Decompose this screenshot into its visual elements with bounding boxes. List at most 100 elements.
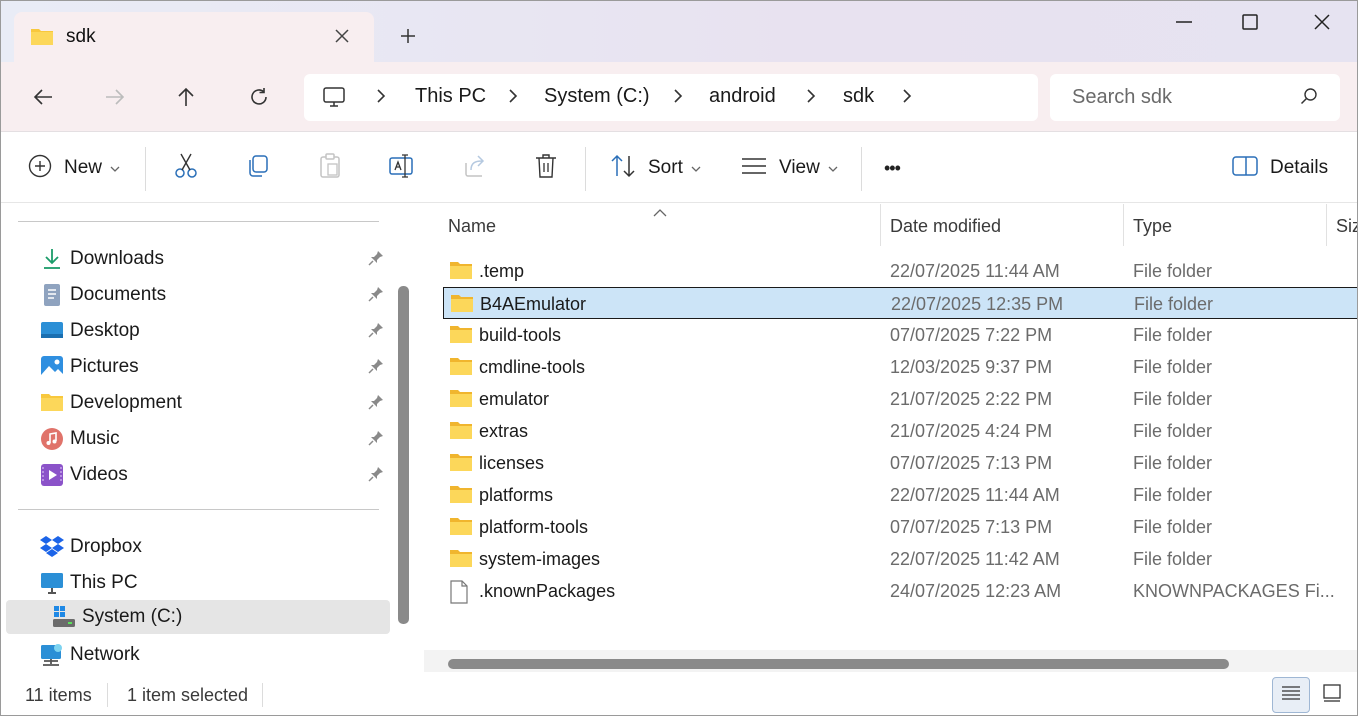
- toolbar-divider: [861, 147, 862, 191]
- new-button[interactable]: New: [28, 151, 120, 185]
- view-button[interactable]: View: [741, 151, 838, 185]
- sort-button[interactable]: Sort: [610, 151, 701, 185]
- this-pc-icon: [40, 571, 64, 595]
- sidebar-item-development[interactable]: Development: [0, 386, 390, 420]
- sidebar-item-label: This PC: [70, 572, 138, 593]
- maximize-button[interactable]: [1214, 0, 1286, 44]
- column-header-size[interactable]: Siz: [1336, 216, 1358, 237]
- file-name: .knownPackages: [479, 581, 616, 601]
- tab-title: sdk: [66, 26, 96, 47]
- file-row[interactable]: platforms 22/07/2025 11:44 AM File folder: [443, 479, 1358, 511]
- folder-icon: [449, 452, 473, 477]
- paste-button[interactable]: [318, 151, 342, 185]
- file-row[interactable]: licenses 07/07/2025 7:13 PM File folder: [443, 447, 1358, 479]
- column-divider[interactable]: [1326, 204, 1327, 246]
- column-divider[interactable]: [880, 204, 881, 246]
- search-icon[interactable]: [1300, 87, 1318, 110]
- sidebar-item-music[interactable]: Music: [0, 422, 390, 456]
- back-button[interactable]: [25, 79, 61, 115]
- sidebar-item-desktop[interactable]: Desktop: [0, 314, 390, 348]
- sidebar-item-system-c[interactable]: System (C:): [6, 600, 390, 634]
- search-box[interactable]: [1050, 74, 1340, 121]
- file-row[interactable]: .temp 22/07/2025 11:44 AM File folder: [443, 255, 1358, 287]
- search-input[interactable]: [1072, 82, 1292, 112]
- file-type: File folder: [1133, 421, 1213, 441]
- breadcrumb-sdk[interactable]: sdk: [843, 85, 874, 108]
- folder-icon: [449, 420, 473, 445]
- chevron-down-icon: [828, 159, 838, 177]
- sidebar-scrollbar[interactable]: [398, 286, 409, 624]
- file-icon: [449, 580, 469, 609]
- sidebar-item-videos[interactable]: Videos: [0, 458, 390, 492]
- sidebar-item-downloads[interactable]: Downloads: [0, 242, 390, 276]
- minimize-button[interactable]: [1148, 0, 1220, 44]
- copy-button[interactable]: [246, 151, 270, 185]
- sidebar-item-documents[interactable]: Documents: [0, 278, 390, 312]
- desktop-icon: [40, 319, 64, 343]
- more-options-button[interactable]: •••: [884, 151, 901, 185]
- chevron-right-icon[interactable]: [806, 88, 816, 109]
- file-row[interactable]: extras 21/07/2025 4:24 PM File folder: [443, 415, 1358, 447]
- sidebar-item-pictures[interactable]: Pictures: [0, 350, 390, 384]
- title-bar: sdk: [0, 0, 1358, 62]
- address-bar[interactable]: This PC System (C:) android sdk: [304, 74, 1038, 121]
- file-row[interactable]: B4AEmulator 22/07/2025 12:35 PM File folde…: [443, 287, 1358, 319]
- pin-icon[interactable]: [368, 322, 384, 343]
- file-row[interactable]: build-tools 07/07/2025 7:22 PM File folder: [443, 319, 1358, 351]
- column-header-date[interactable]: Date modified: [890, 216, 1001, 237]
- column-header-name[interactable]: Name: [448, 216, 496, 237]
- column-header-type[interactable]: Type: [1133, 216, 1172, 237]
- column-divider[interactable]: [1123, 204, 1124, 246]
- file-row[interactable]: platform-tools 07/07/2025 7:13 PM File fol…: [443, 511, 1358, 543]
- chevron-right-icon[interactable]: [508, 88, 518, 109]
- file-row[interactable]: system-images 22/07/2025 11:42 AM File fol…: [443, 543, 1358, 575]
- breadcrumb-android[interactable]: android: [709, 85, 776, 108]
- pin-icon[interactable]: [368, 358, 384, 379]
- file-date-modified: 07/07/2025 7:13 PM: [890, 453, 1053, 473]
- view-list-icon: [741, 156, 767, 181]
- file-name: cmdline-tools: [479, 357, 586, 377]
- new-tab-button[interactable]: [394, 22, 422, 50]
- close-window-button[interactable]: [1286, 0, 1358, 44]
- chevron-right-icon[interactable]: [902, 88, 912, 109]
- tab-sdk[interactable]: sdk: [14, 12, 374, 62]
- sidebar-item-dropbox[interactable]: Dropbox: [0, 530, 390, 564]
- file-row[interactable]: cmdline-tools 12/03/2025 9:37 PM File fold…: [443, 351, 1358, 383]
- chevron-right-icon[interactable]: [376, 88, 386, 109]
- file-date-modified: 22/07/2025 11:44 AM: [890, 485, 1060, 505]
- more-icon: •••: [884, 157, 901, 178]
- tiles-view-button[interactable]: [1314, 677, 1350, 713]
- share-button[interactable]: [462, 151, 488, 185]
- file-name: .temp: [479, 261, 525, 281]
- selection-count: 1 item selected: [127, 685, 249, 705]
- pin-icon[interactable]: [368, 466, 384, 487]
- delete-button[interactable]: [534, 151, 558, 185]
- pin-icon[interactable]: [368, 430, 384, 451]
- breadcrumb-system-c[interactable]: System (C:): [544, 85, 650, 108]
- horizontal-scrollbar[interactable]: [448, 659, 1229, 669]
- status-divider: [262, 683, 263, 707]
- file-list: Name Date modified Type Siz .temp 22/07/2…: [420, 204, 1358, 674]
- file-row[interactable]: emulator 21/07/2025 2:22 PM File folder: [443, 383, 1358, 415]
- forward-button[interactable]: [97, 79, 133, 115]
- pin-icon[interactable]: [368, 394, 384, 415]
- sidebar-item-network[interactable]: Network: [0, 638, 390, 672]
- file-row[interactable]: .knownPackages 24/07/2025 12:23 AM KNOWNPA…: [443, 575, 1358, 607]
- sidebar-item-label: Videos: [70, 464, 128, 485]
- details-pane-button[interactable]: Details: [1232, 151, 1328, 185]
- pin-icon[interactable]: [368, 250, 384, 271]
- close-tab-icon[interactable]: [328, 22, 356, 50]
- pictures-icon: [40, 355, 64, 379]
- pin-icon[interactable]: [368, 286, 384, 307]
- up-button[interactable]: [168, 79, 204, 115]
- details-view-button[interactable]: [1272, 677, 1310, 713]
- cut-button[interactable]: [174, 151, 198, 185]
- rename-button[interactable]: [389, 151, 415, 185]
- file-date-modified: 21/07/2025 2:22 PM: [890, 389, 1053, 409]
- breadcrumb-this-pc[interactable]: This PC: [415, 85, 486, 108]
- file-name: system-images: [479, 549, 601, 569]
- sidebar-item-this-pc[interactable]: This PC: [0, 566, 390, 600]
- refresh-button[interactable]: [241, 79, 277, 115]
- new-label: New: [64, 157, 103, 178]
- chevron-right-icon[interactable]: [673, 88, 683, 109]
